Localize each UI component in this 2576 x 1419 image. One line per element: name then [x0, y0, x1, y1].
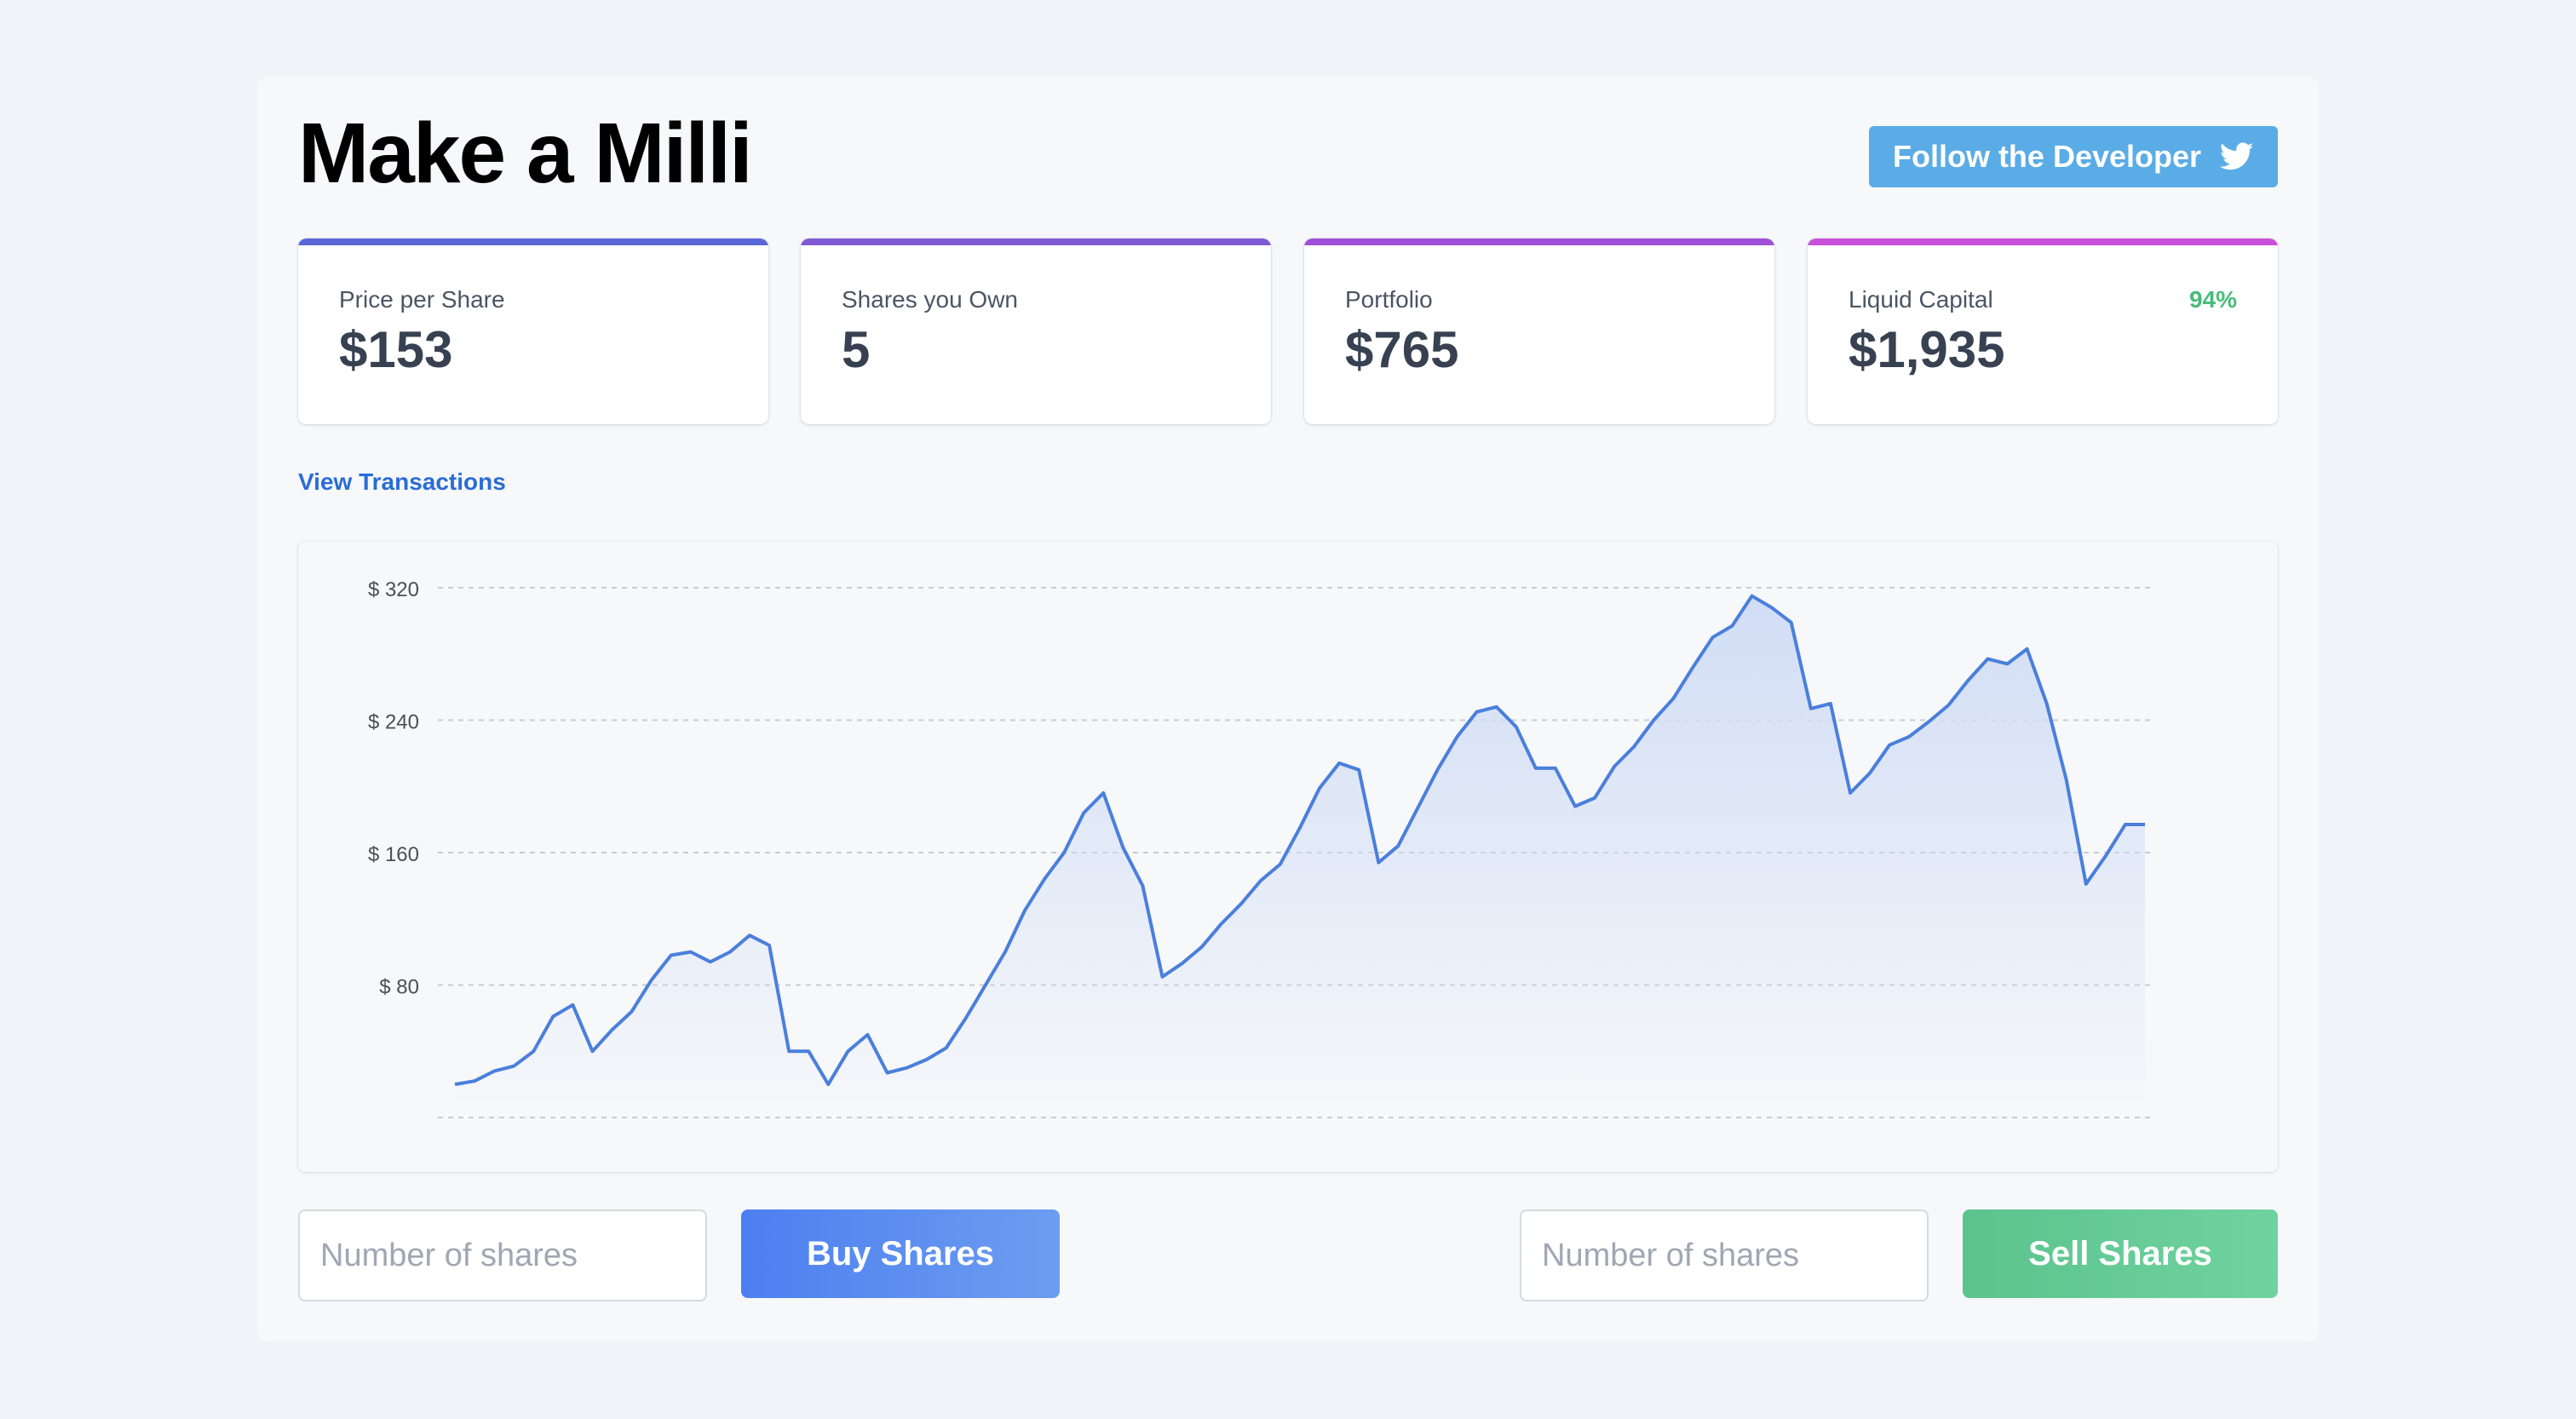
twitter-icon [2220, 142, 2254, 170]
stat-accent-bar [1304, 238, 1774, 245]
stat-card-shares: Shares you Own 5 [801, 238, 1271, 424]
follow-developer-label: Follow the Developer [1892, 139, 2202, 174]
stat-value: $1,935 [1849, 321, 2005, 378]
stat-label: Price per Share [339, 286, 505, 313]
stats-row: Price per Share $153 Shares you Own 5 Po… [298, 238, 2278, 424]
stat-accent-bar [801, 238, 1271, 245]
follow-developer-button[interactable]: Follow the Developer [1869, 126, 2278, 187]
buy-shares-input[interactable] [298, 1209, 707, 1301]
chart-ytick-label: $ 320 [368, 578, 419, 601]
stat-card-price: Price per Share $153 [298, 238, 768, 424]
stat-card-portfolio: Portfolio $765 [1304, 238, 1774, 424]
chart-ytick-label: $ 160 [368, 843, 419, 866]
stat-accent-bar [1808, 238, 2278, 245]
chart-area-fill [455, 595, 2145, 1100]
stat-label: Liquid Capital [1849, 286, 1993, 313]
buy-shares-button[interactable]: Buy Shares [741, 1209, 1060, 1298]
stat-value: 5 [842, 321, 871, 378]
capital-percent-badge: 94% [2188, 286, 2237, 313]
sell-shares-input[interactable] [1520, 1209, 1929, 1301]
sell-shares-button[interactable]: Sell Shares [1963, 1209, 2278, 1298]
stat-value: $765 [1345, 321, 1459, 378]
stat-value: $153 [339, 321, 453, 378]
stat-label: Shares you Own [842, 286, 1018, 313]
stat-label: Portfolio [1345, 286, 1433, 313]
page-title: Make a Milli [298, 106, 753, 201]
stat-accent-bar [298, 238, 768, 245]
main-card: Make a Milli Follow the Developer Price … [257, 77, 2319, 1341]
chart-ytick-label: $ 240 [368, 711, 419, 734]
chart-ytick-label: $ 80 [379, 976, 419, 999]
stat-card-liquid-capital: Liquid Capital 94% $1,935 [1808, 238, 2278, 424]
price-chart: $ 80 $ 160 $ 240 $ 320 [298, 542, 2278, 1172]
view-transactions-link[interactable]: View Transactions [298, 468, 506, 496]
price-chart-svg: $ 80 $ 160 $ 240 $ 320 [368, 578, 2152, 1118]
